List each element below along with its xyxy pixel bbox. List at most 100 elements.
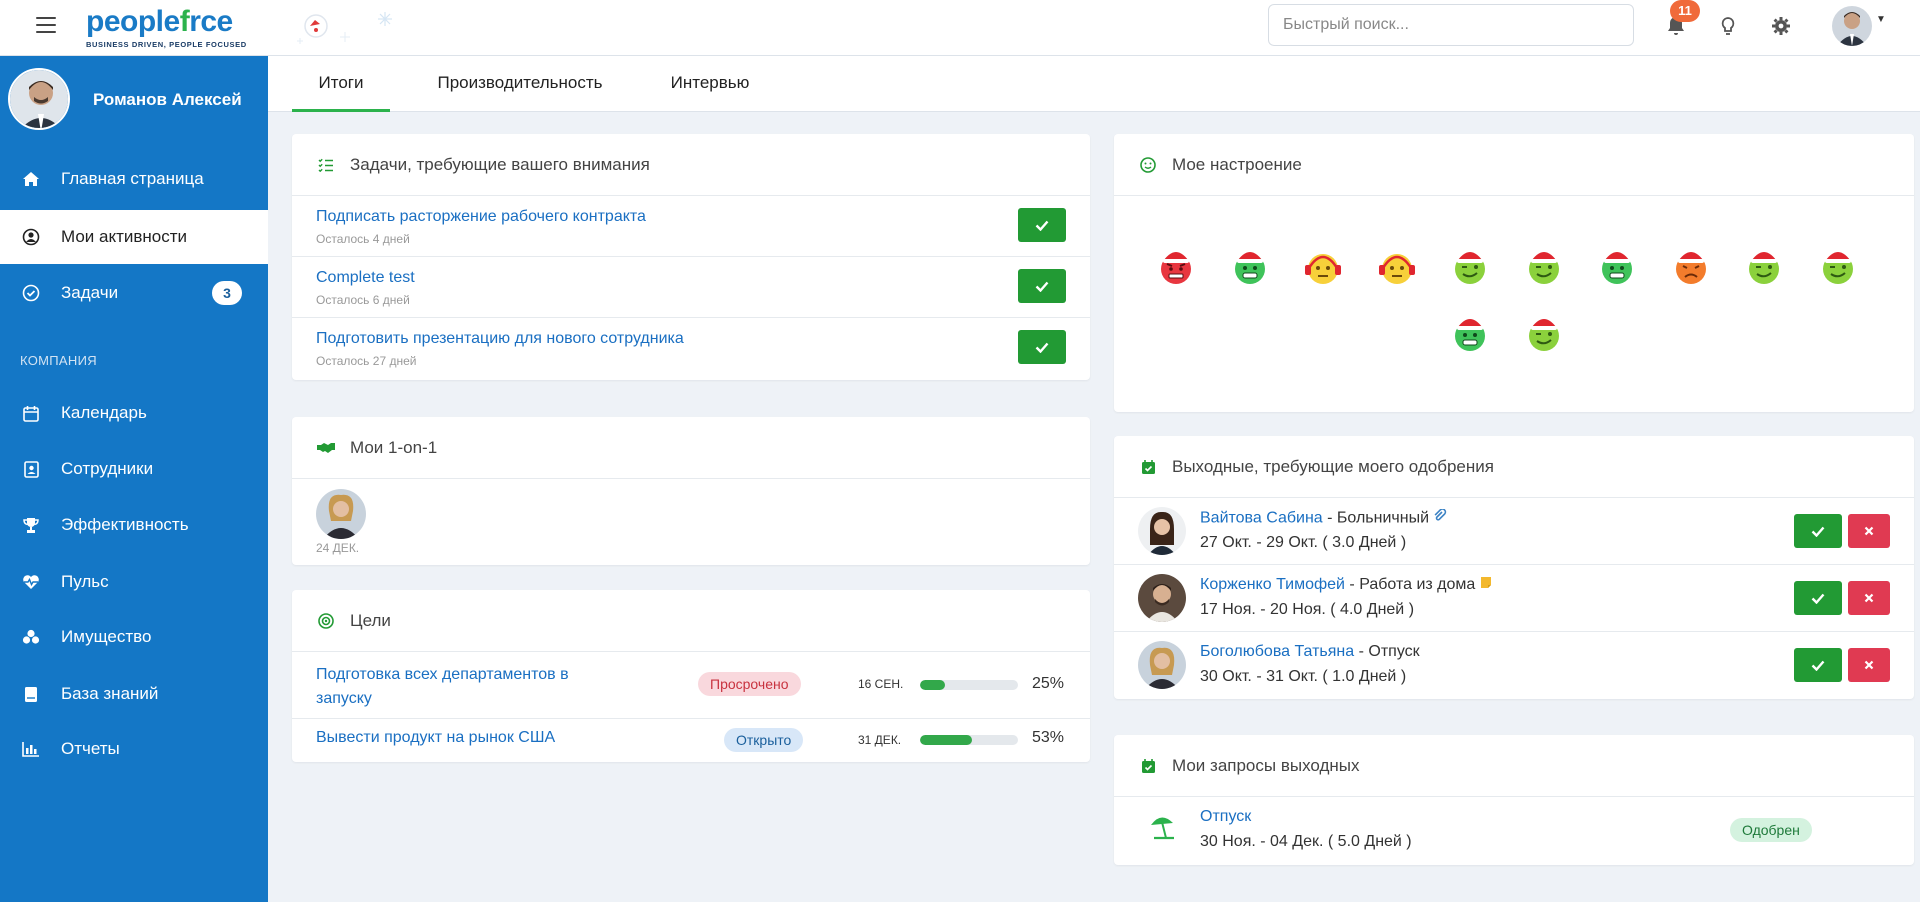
top-bar: peoplefrce BUSINESS DRIVEN, PEOPLE FOCUS… (0, 0, 1920, 56)
menu-toggle-icon[interactable] (36, 17, 56, 33)
task-title-link[interactable]: Подписать расторжение рабочего контракта (316, 208, 646, 226)
happy-santa-mood-icon[interactable] (1595, 244, 1639, 288)
goal-progress-fill (920, 735, 972, 745)
avatar[interactable] (1138, 641, 1186, 689)
sidebar-item-label: Имущество (61, 627, 152, 646)
quick-search-input[interactable] (1268, 4, 1634, 46)
approve-button[interactable] (1794, 648, 1842, 682)
task-title-link[interactable]: Подготовить презентацию для нового сотру… (316, 330, 684, 348)
id-card-icon (20, 459, 42, 479)
tasks-card: Задачи, требующие вашего внимания Подпис… (292, 134, 1090, 380)
request-dates: 30 Ноя. - 04 Дек. ( 5.0 Дней ) (1200, 833, 1412, 850)
tab-interview[interactable]: Интервью (640, 56, 780, 112)
avatar[interactable] (316, 489, 366, 539)
requests-card-title: Мои запросы выходных (1172, 755, 1360, 775)
cubes-icon (20, 627, 42, 647)
sidebar-section-company: КОМПАНИЯ (20, 353, 97, 368)
tasks-card-header: Задачи, требующие вашего внимания (292, 134, 1090, 196)
sad-santa-mood-icon[interactable] (1669, 244, 1713, 288)
leave-type: - Работа из дома (1344, 576, 1476, 594)
goals-card: Цели Подготовка всех департаментов в запу… (292, 590, 1090, 762)
happy-santa-mood-icon[interactable] (1448, 311, 1492, 355)
paperclip-icon[interactable] (1433, 508, 1447, 528)
wink-santa-mood-icon[interactable] (1742, 244, 1786, 288)
leave-type: - Больничный (1322, 509, 1430, 527)
task-title-link[interactable]: Complete test (316, 269, 415, 287)
goal-progress-label: 25% (1032, 675, 1065, 692)
user-avatar[interactable] (1832, 6, 1872, 46)
chevron-down-icon[interactable]: ▼ (1876, 14, 1886, 25)
note-icon[interactable] (1480, 576, 1492, 594)
user-circle-icon (20, 227, 42, 247)
employee-name-link[interactable]: Вайтова Сабина (1200, 510, 1323, 527)
sidebar-item-my-activities[interactable]: Мои активности (0, 210, 268, 264)
sidebar-item-performance[interactable]: Эффективность (0, 498, 268, 552)
sidebar-item-home[interactable]: Главная страница (0, 152, 268, 206)
goal-progress-bar (920, 680, 1018, 690)
avatar[interactable] (1138, 574, 1186, 622)
tab-bar: Итоги Производительность Интервью (268, 56, 1920, 112)
goal-progress-label: 53% (1032, 729, 1065, 746)
sidebar-item-calendar[interactable]: Календарь (0, 386, 268, 440)
goal-progress-bar (920, 735, 1018, 745)
tab-performance[interactable]: Производительность (410, 56, 630, 112)
approvals-card-header: Выходные, требующие моего одобрения (1114, 436, 1914, 498)
tasks-count-badge: 3 (212, 281, 242, 305)
employee-name-link[interactable]: Боголюбова Татьяна (1200, 643, 1354, 660)
approve-button[interactable] (1794, 581, 1842, 615)
sidebar-item-employees[interactable]: Сотрудники (0, 442, 268, 496)
one-on-one-card: Мои 1-on-1 24 ДЕК. (292, 417, 1090, 565)
approval-row: Корженко Тимофей - Работа из дома 17 Ноя… (1114, 565, 1914, 632)
goal-row: Подготовка всех департаментов в запуску П… (292, 652, 1090, 719)
avatar[interactable] (1138, 507, 1186, 555)
goal-title-link[interactable]: Вывести продукт на рынок США (316, 729, 555, 747)
task-row: Подготовить презентацию для нового сотру… (292, 318, 1090, 380)
snowflake-decoration-icon (297, 12, 392, 44)
wink-santa-mood-icon[interactable] (1522, 244, 1566, 288)
app-logo[interactable]: peoplefrce BUSINESS DRIVEN, PEOPLE FOCUS… (86, 5, 247, 49)
wink-santa-mood-icon[interactable] (1522, 311, 1566, 355)
target-icon (316, 611, 336, 631)
reject-button[interactable] (1848, 648, 1890, 682)
tab-summary[interactable]: Итоги (292, 56, 390, 112)
complete-task-button[interactable] (1018, 330, 1066, 364)
leave-dates: 17 Ноя. - 20 Ноя. ( 4.0 Дней ) (1200, 601, 1415, 618)
sidebar-item-label: Пульс (61, 572, 109, 591)
sidebar-item-tasks[interactable]: Задачи 3 (0, 266, 268, 320)
neutral-headphones-mood-icon[interactable] (1301, 244, 1345, 288)
wink-santa-mood-icon[interactable] (1816, 244, 1860, 288)
request-type-link[interactable]: Отпуск (1200, 808, 1251, 826)
approve-button[interactable] (1794, 514, 1842, 548)
sidebar-item-pulse[interactable]: Пульс (0, 555, 268, 609)
complete-task-button[interactable] (1018, 269, 1066, 303)
handshake-icon (316, 438, 336, 458)
sidebar-item-label: Главная страница (61, 169, 204, 188)
check-circle-icon (20, 283, 42, 303)
reject-button[interactable] (1848, 514, 1890, 548)
status-badge: Открыто (724, 728, 804, 752)
employee-name-link[interactable]: Корженко Тимофей (1200, 576, 1345, 593)
sidebar-item-label: Эффективность (61, 515, 189, 534)
sidebar-item-label: Сотрудники (61, 459, 154, 478)
complete-task-button[interactable] (1018, 208, 1066, 242)
heartbeat-icon (20, 572, 42, 592)
goal-title-link[interactable]: Подготовка всех департаментов в запуску (316, 663, 569, 711)
smile-icon (1138, 155, 1158, 175)
avatar[interactable] (8, 68, 70, 130)
sidebar-item-label: Задачи (61, 283, 119, 302)
sidebar-item-assets[interactable]: Имущество (0, 610, 268, 664)
sidebar-user-name[interactable]: Романов Алексей (93, 90, 242, 110)
sidebar-item-knowledge-base[interactable]: База знаний (0, 667, 268, 721)
gear-icon[interactable] (1769, 14, 1793, 38)
task-remaining: Осталось 27 дней (316, 354, 417, 368)
reject-button[interactable] (1848, 581, 1890, 615)
sidebar-item-reports[interactable]: Отчеты (0, 722, 268, 776)
angry-santa-mood-icon[interactable] (1154, 244, 1198, 288)
lightbulb-icon[interactable] (1716, 14, 1740, 38)
approval-row: Боголюбова Татьяна - Отпуск 30 Окт. - 31… (1114, 632, 1914, 699)
happy-santa-mood-icon[interactable] (1228, 244, 1272, 288)
neutral-headphones-mood-icon[interactable] (1375, 244, 1419, 288)
wink-santa-mood-icon[interactable] (1448, 244, 1492, 288)
trophy-icon (20, 515, 42, 535)
goals-card-header: Цели (292, 590, 1090, 652)
